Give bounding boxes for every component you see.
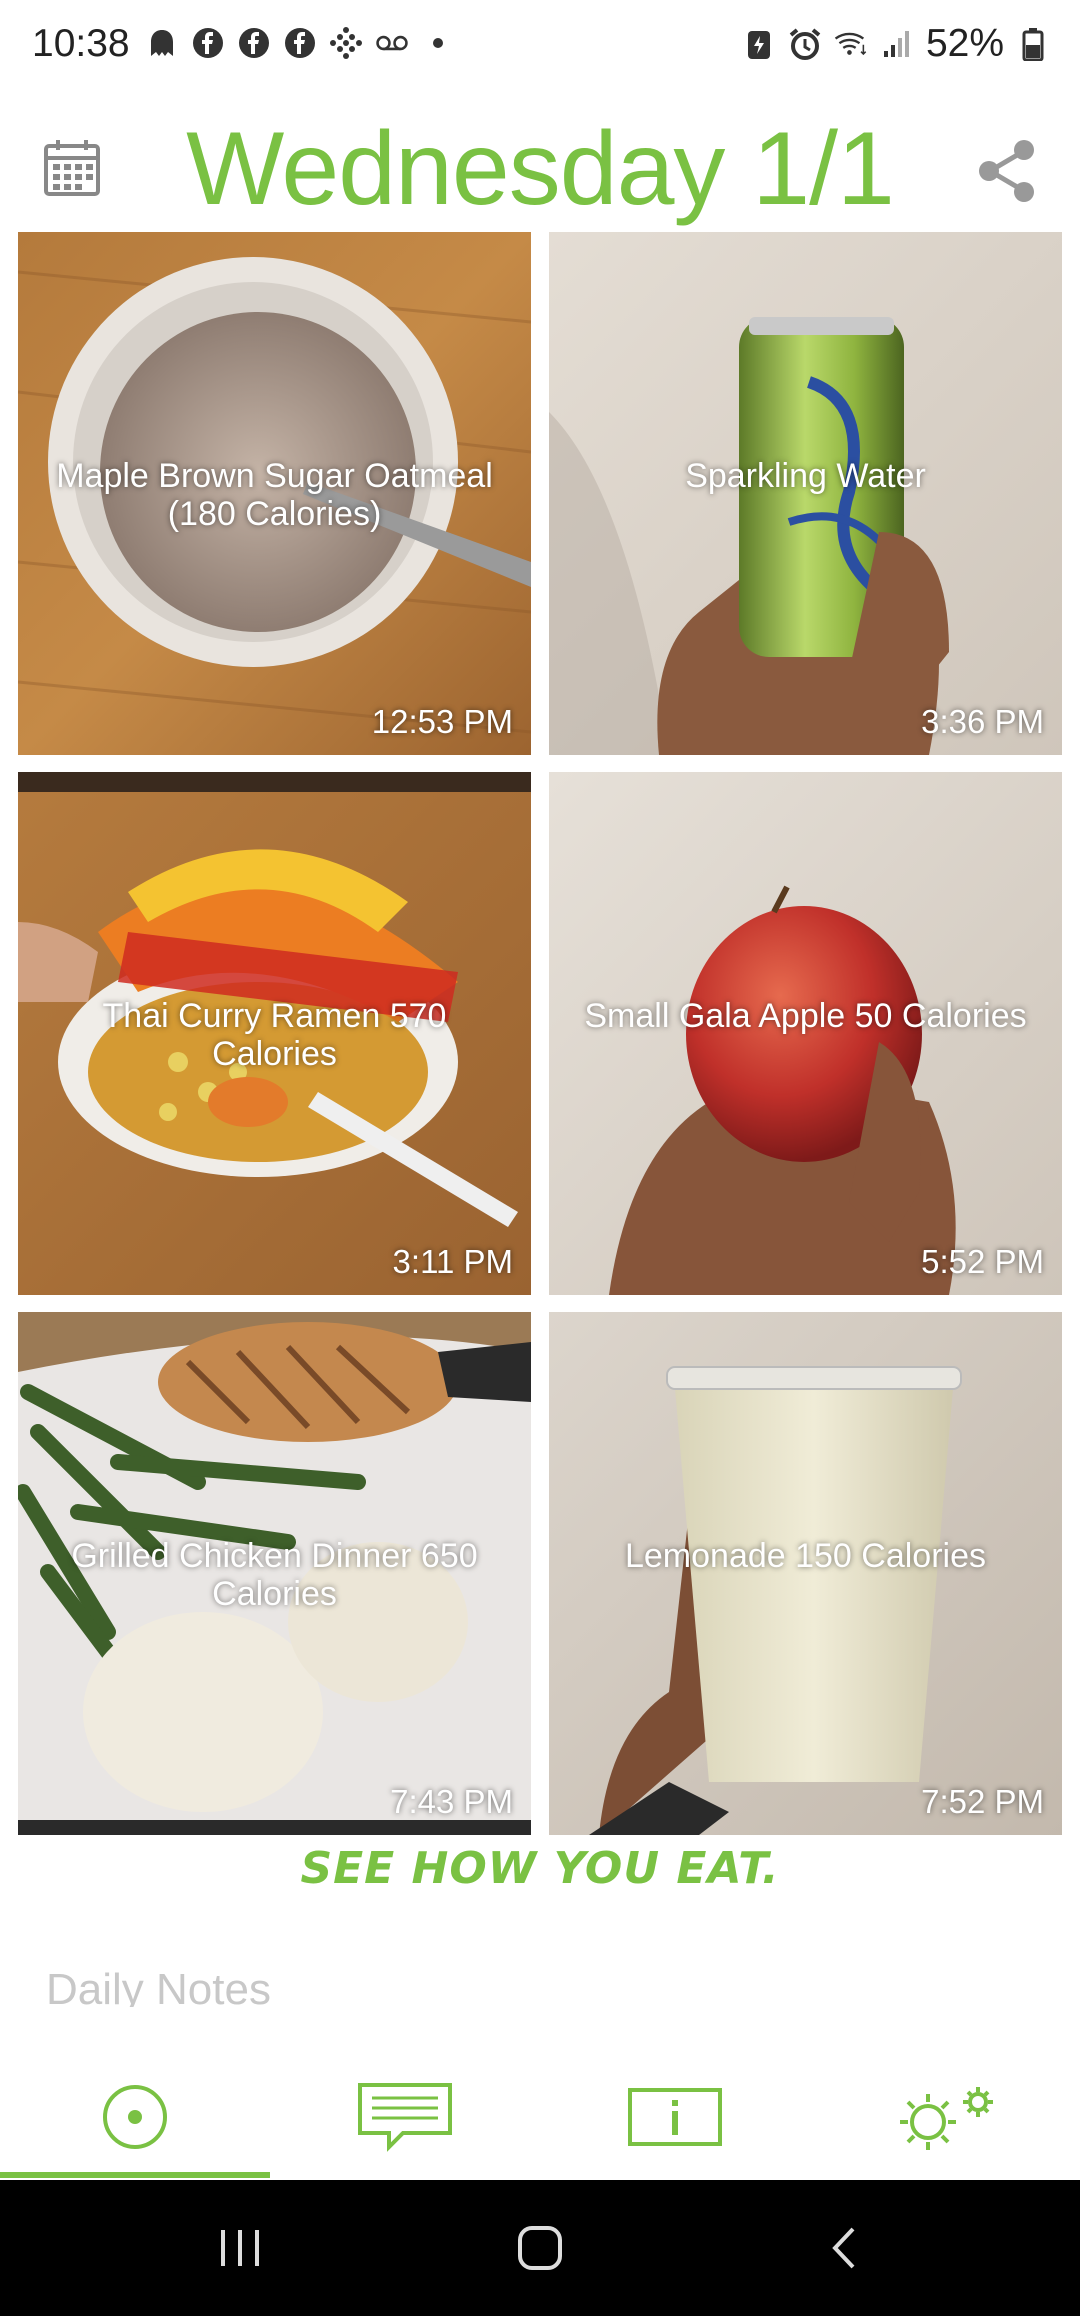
meal-time: 12:53 PM	[371, 703, 513, 740]
signal-icon	[880, 27, 914, 61]
voicemail-icon	[375, 26, 409, 60]
page-title: Wednesday 1/1	[186, 111, 895, 227]
battery-percent: 52%	[925, 22, 1004, 65]
grid-dots-icon	[329, 26, 363, 60]
meal-label: Lemonade 150 Calories	[624, 1537, 987, 1575]
system-navigation-bar	[0, 2180, 1080, 2316]
alarm-icon	[788, 27, 822, 61]
meal-label: Grilled Chicken Dinner 650 Calories	[71, 1537, 478, 1613]
back-button[interactable]	[805, 2218, 885, 2278]
app-header: Wednesday 1/1	[0, 100, 1080, 230]
nav-settings[interactable]	[810, 2060, 1080, 2178]
meal-time: 3:36 PM	[921, 703, 1044, 740]
meal-tile-chicken-dinner[interactable]: Grilled Chicken Dinner 650 Calories 7:43…	[18, 1312, 531, 1835]
nav-active-indicator	[0, 2172, 270, 2178]
info-icon	[627, 2087, 723, 2152]
meal-tile-lemonade[interactable]: Lemonade 150 Calories 7:52 PM	[549, 1312, 1062, 1835]
meal-label: Sparkling Water	[685, 457, 926, 495]
meal-label: Thai Curry Ramen 570 Calories	[102, 997, 447, 1073]
notes-icon	[357, 2082, 453, 2157]
share-icon[interactable]	[974, 138, 1040, 204]
wifi-icon	[834, 27, 868, 61]
battery-saver-icon	[742, 27, 776, 61]
status-bar: 10:38 52%	[0, 0, 1080, 95]
facebook-icon	[283, 26, 317, 60]
facebook-icon	[191, 26, 225, 60]
daily-notes-label[interactable]: Daily Notes	[46, 1965, 271, 2007]
bottom-nav	[0, 2060, 1080, 2178]
meal-label: Maple Brown Sugar Oatmeal (180 Calories)	[56, 457, 493, 533]
dot-icon	[421, 26, 455, 60]
meal-tile-ramen[interactable]: Thai Curry Ramen 570 Calories 3:11 PM	[18, 772, 531, 1295]
nav-notes[interactable]	[270, 2060, 540, 2178]
tagline: SEE HOW YOU EAT.	[300, 1843, 780, 1894]
meal-time: 7:52 PM	[921, 1783, 1044, 1820]
meal-time: 5:52 PM	[921, 1243, 1044, 1280]
home-target-icon	[100, 2082, 170, 2157]
meal-time: 3:11 PM	[392, 1243, 513, 1280]
nav-home[interactable]	[0, 2060, 270, 2178]
meal-tile-oatmeal[interactable]: Maple Brown Sugar Oatmeal (180 Calories)…	[18, 232, 531, 755]
meal-label: Small Gala Apple 50 Calories	[584, 997, 1027, 1035]
home-button[interactable]	[500, 2218, 580, 2278]
battery-icon	[1016, 27, 1050, 61]
notification-icons	[145, 26, 455, 60]
system-status-icons: 52%	[742, 22, 1050, 66]
nav-info[interactable]	[540, 2060, 810, 2178]
settings-gears-icon	[890, 2082, 1000, 2157]
status-time: 10:38	[32, 22, 130, 65]
recent-apps-button[interactable]	[200, 2218, 280, 2278]
meal-tile-sparkling-water[interactable]: Sparkling Water 3:36 PM	[549, 232, 1062, 755]
meal-time: 7:43 PM	[390, 1783, 513, 1820]
ghost-icon	[145, 26, 179, 60]
facebook-icon	[237, 26, 271, 60]
meal-tile-apple[interactable]: Small Gala Apple 50 Calories 5:52 PM	[549, 772, 1062, 1295]
